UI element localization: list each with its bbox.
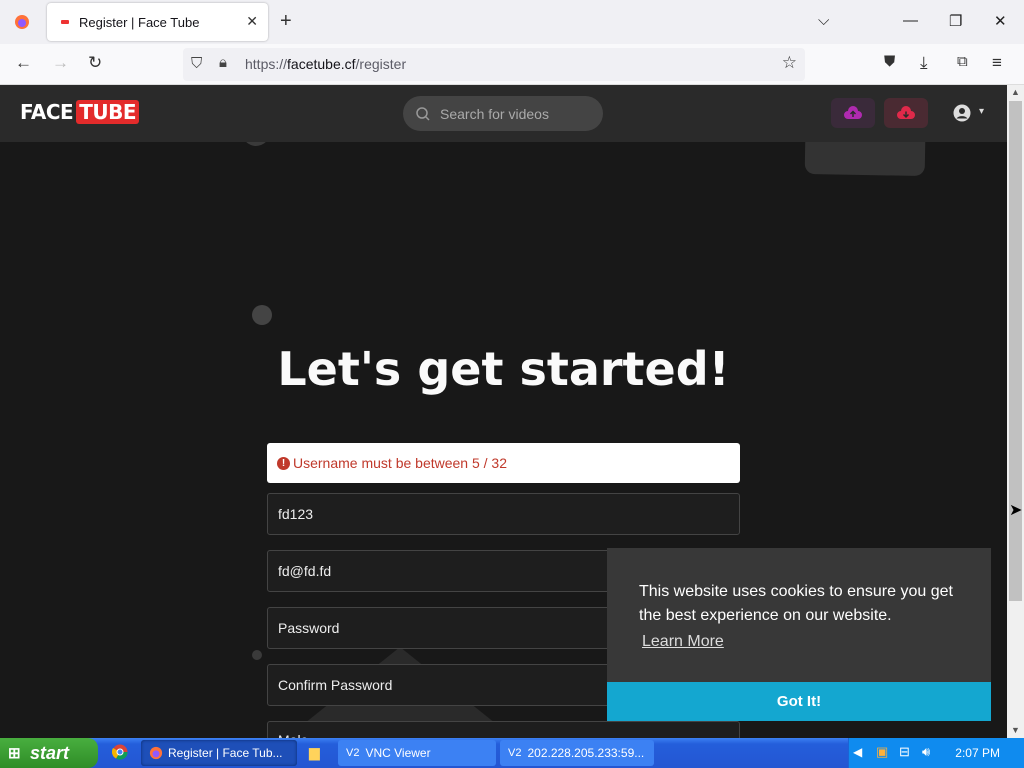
- shield-icon[interactable]: ⛉: [191, 55, 202, 72]
- taskbar-item-label: VNC Viewer: [365, 746, 431, 760]
- page-scrollbar[interactable]: ▲ ▼: [1007, 85, 1024, 740]
- browser-tab[interactable]: Register | Face Tube ✕: [47, 3, 268, 41]
- tab-favicon-icon: [61, 20, 69, 24]
- email-value: fd@fd.fd: [278, 563, 332, 579]
- new-tab-icon[interactable]: +: [280, 10, 292, 33]
- taskbar-item-vnc[interactable]: V2 VNC Viewer: [338, 740, 496, 766]
- system-tray: ◀ ▣ ⊟ 🔊︎ 2:07 PM: [848, 738, 1024, 768]
- url-text[interactable]: https://facetube.cf/register: [245, 56, 406, 72]
- cookie-message: This website uses cookies to ensure you …: [639, 583, 953, 624]
- firefox-icon: [149, 746, 163, 760]
- user-menu[interactable]: ▾: [953, 104, 984, 125]
- cookie-banner: This website uses cookies to ensure you …: [607, 548, 991, 721]
- minimize-icon[interactable]: —: [903, 12, 918, 29]
- bookmark-star-icon[interactable]: ☆: [782, 53, 797, 73]
- forward-icon[interactable]: →: [52, 53, 69, 73]
- url-domain: facetube.cf: [287, 56, 356, 72]
- back-icon[interactable]: ←: [15, 53, 32, 73]
- mouse-cursor-icon: ➤: [1009, 502, 1023, 519]
- cookie-accept-button[interactable]: Got It!: [607, 682, 991, 721]
- downloads-icon[interactable]: ⤓: [920, 53, 928, 73]
- url-prefix: https://: [245, 56, 288, 72]
- tab-close-icon[interactable]: ✕: [246, 13, 258, 30]
- lock-icon[interactable]: 🔒︎: [219, 54, 227, 71]
- password-placeholder: Password: [278, 620, 340, 636]
- pocket-icon[interactable]: ⛊: [884, 53, 895, 70]
- firefox-icon[interactable]: [0, 0, 44, 44]
- taskbar-item-vnc-session[interactable]: V2 202.228.205.233:59...: [500, 740, 654, 766]
- learn-more-link[interactable]: Learn More: [642, 633, 724, 651]
- browser-tabbar: Register | Face Tube ✕ + ⌵ — ❐ ✕: [0, 0, 1024, 44]
- extensions-icon[interactable]: ⧉: [957, 53, 968, 70]
- scrollbar-thumb[interactable]: [1009, 101, 1022, 601]
- vnc-icon: V2: [346, 747, 360, 759]
- search-input[interactable]: Search for videos: [403, 96, 603, 131]
- menu-icon[interactable]: ≡: [992, 53, 1002, 73]
- scroll-down-icon[interactable]: ▼: [1011, 725, 1020, 735]
- taskbar-item-label: Register | Face Tub...: [168, 746, 283, 760]
- taskbar-item-firefox[interactable]: Register | Face Tub...: [141, 740, 297, 766]
- username-value: fd123: [278, 506, 314, 522]
- search-placeholder: Search for videos: [440, 105, 549, 122]
- username-field[interactable]: fd123: [267, 493, 740, 535]
- decorative-dot: [252, 305, 272, 325]
- confirm-password-placeholder: Confirm Password: [278, 677, 393, 693]
- scroll-up-icon[interactable]: ▲: [1011, 87, 1020, 97]
- caret-down-icon: ▾: [979, 106, 985, 117]
- browser-navbar: ← → ↻ ⛉ 🔒︎ https://facetube.cf/register …: [0, 44, 1024, 85]
- close-window-icon[interactable]: ✕: [994, 12, 1007, 30]
- vnc-icon: V2: [508, 747, 522, 759]
- upload-video-button[interactable]: [831, 98, 875, 128]
- folder-icon[interactable]: ▆: [309, 744, 320, 761]
- error-icon: !: [277, 456, 290, 470]
- url-bar[interactable]: ⛉ 🔒︎ https://facetube.cf/register ☆: [183, 48, 805, 81]
- network-icon[interactable]: ⊟: [899, 744, 910, 760]
- taskbar-item-label: 202.228.205.233:59...: [527, 746, 645, 760]
- user-circle-icon: [953, 104, 971, 122]
- clock[interactable]: 2:07 PM: [955, 746, 1000, 760]
- tray-app-icon[interactable]: ▣: [876, 744, 888, 760]
- start-label: start: [30, 742, 70, 763]
- chrome-icon[interactable]: [111, 744, 128, 765]
- cloud-download-icon: [897, 106, 915, 119]
- site-logo[interactable]: FACE TUBE: [20, 100, 139, 124]
- logo-tube: TUBE: [76, 100, 139, 124]
- page-title: Let's get started!: [277, 342, 730, 396]
- start-button[interactable]: ⊞ start: [0, 738, 98, 768]
- error-alert: ! Username must be between 5 / 32: [267, 443, 740, 483]
- decorative-dot: [252, 650, 262, 660]
- decorative-dot: [242, 142, 270, 146]
- upload-button[interactable]: [884, 98, 928, 128]
- tray-arrow-icon[interactable]: ◀: [853, 745, 862, 759]
- taskbar: ⊞ start Register | Face Tub... ▆ V2 VNC …: [0, 738, 1024, 768]
- restore-icon[interactable]: ❐: [949, 12, 962, 30]
- url-path: /register: [355, 56, 407, 72]
- tab-title: Register | Face Tube: [79, 14, 200, 30]
- cloud-upload-icon: [844, 106, 862, 119]
- search-icon: [416, 106, 430, 121]
- logo-face: FACE: [20, 100, 74, 124]
- error-message: Username must be between 5 / 32: [293, 455, 508, 471]
- windows-flag-icon: ⊞: [8, 745, 21, 762]
- decorative-shape: [804, 142, 926, 177]
- reload-icon[interactable]: ↻: [88, 53, 102, 73]
- volume-icon[interactable]: 🔊︎: [922, 744, 930, 760]
- site-header: FACE TUBE Search for videos ▾: [0, 85, 1007, 142]
- tab-list-chevron-icon[interactable]: ⌵: [818, 12, 829, 29]
